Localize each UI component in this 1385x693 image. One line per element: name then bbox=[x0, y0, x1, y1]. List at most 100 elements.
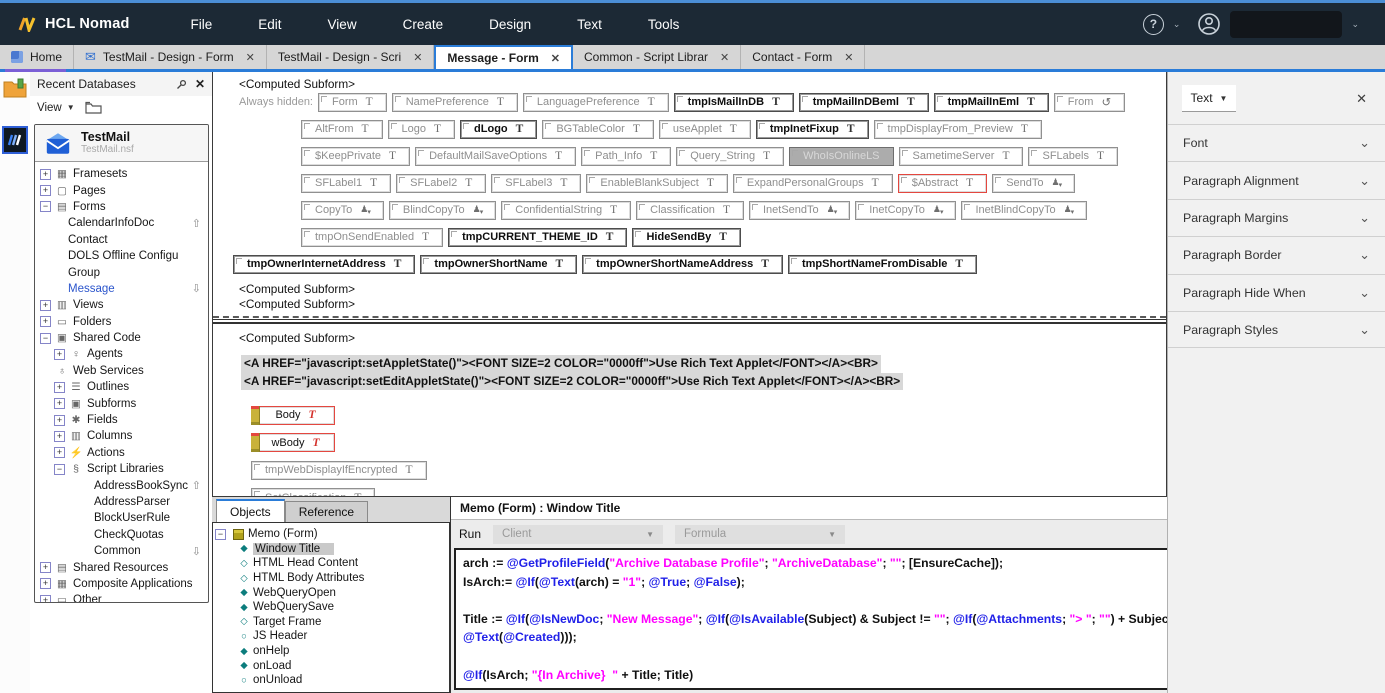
objects-item-window-title[interactable]: ◆Window Title bbox=[215, 542, 447, 557]
design-field-languagepreference[interactable]: LanguagePreferenceT bbox=[523, 93, 669, 112]
design-field-inetblindcopyto[interactable]: InetBlindCopyTo♟▾ bbox=[961, 201, 1087, 220]
scroll-down-icon[interactable]: ⇩ bbox=[192, 545, 201, 558]
tab-objects[interactable]: Objects bbox=[216, 499, 285, 522]
design-field-inetcopyto[interactable]: InetCopyTo♟▾ bbox=[855, 201, 956, 220]
tree-item-shared-code[interactable]: −▣Shared Code bbox=[38, 330, 206, 346]
design-field-tmpmailindbeml[interactable]: tmpMailInDBemlT bbox=[799, 93, 929, 112]
close-panel-icon[interactable]: ✕ bbox=[1356, 91, 1367, 107]
close-tab-icon[interactable]: ✕ bbox=[413, 51, 422, 64]
design-field-from[interactable]: From↺ bbox=[1054, 93, 1125, 112]
design-field-blindcopyto[interactable]: BlindCopyTo♟▾ bbox=[389, 201, 496, 220]
design-field-keepprivate[interactable]: $KeepPrivateT bbox=[301, 147, 410, 166]
expand-icon[interactable]: + bbox=[40, 316, 51, 327]
section-paragraph-alignment[interactable]: Paragraph Alignment⌄ bbox=[1168, 161, 1385, 198]
objects-item-onload[interactable]: ◆onLoad bbox=[215, 658, 447, 673]
design-field-sflabel3[interactable]: SFLabel3T bbox=[491, 174, 581, 193]
tree-item-folders[interactable]: +▭Folders bbox=[38, 314, 206, 330]
section-paragraph-margins[interactable]: Paragraph Margins⌄ bbox=[1168, 199, 1385, 236]
design-field-inetsendto[interactable]: InetSendTo♟▾ bbox=[749, 201, 850, 220]
nomad-app-tile-icon[interactable] bbox=[2, 126, 28, 154]
tree-item-fields[interactable]: +✱Fields bbox=[38, 412, 206, 428]
section-paragraph-border[interactable]: Paragraph Border⌄ bbox=[1168, 236, 1385, 273]
tab-testmail-design-form[interactable]: ✉TestMail - Design - Form✕ bbox=[74, 45, 267, 69]
close-tab-icon[interactable]: ✕ bbox=[720, 51, 729, 64]
tree-item-other[interactable]: +▭Other bbox=[38, 592, 206, 602]
tab-contact-form[interactable]: Contact - Form✕ bbox=[741, 45, 865, 69]
objects-item-onhelp[interactable]: ◆onHelp bbox=[215, 644, 447, 659]
design-field-wbody[interactable]: wBodyT bbox=[251, 433, 335, 452]
collapse-icon[interactable]: − bbox=[40, 201, 51, 212]
tree-item-columns[interactable]: +▥Columns bbox=[38, 428, 206, 444]
objects-item-html-body-attributes[interactable]: ◇HTML Body Attributes bbox=[215, 571, 447, 586]
formula-editor[interactable]: arch := @GetProfileField("Archive Databa… bbox=[454, 548, 1186, 690]
design-field-sametimeserver[interactable]: SametimeServerT bbox=[899, 147, 1024, 166]
close-tab-icon[interactable]: ✕ bbox=[844, 51, 853, 64]
run-target-select[interactable]: Client ▼ bbox=[493, 525, 663, 544]
tab-message-form[interactable]: Message - Form✕ bbox=[434, 45, 573, 69]
expand-icon[interactable]: + bbox=[40, 595, 51, 602]
design-field-form[interactable]: FormT bbox=[318, 93, 387, 112]
design-field-tmpdisplayfrom-preview[interactable]: tmpDisplayFrom_PreviewT bbox=[874, 120, 1042, 139]
tree-item-addressparser[interactable]: AddressParser bbox=[38, 494, 206, 510]
design-field-body[interactable]: BodyT bbox=[251, 406, 335, 425]
collapse-icon[interactable]: − bbox=[40, 333, 51, 344]
design-field-expandpersonalgroups[interactable]: ExpandPersonalGroupsT bbox=[733, 174, 893, 193]
help-chevron-icon[interactable]: ⌄ bbox=[1173, 19, 1181, 30]
objects-item-js-header[interactable]: ○JS Header bbox=[215, 629, 447, 644]
tab-testmail-design-scri[interactable]: TestMail - Design - Scri✕ bbox=[267, 45, 435, 69]
tree-item-message[interactable]: Message⇩ bbox=[38, 281, 206, 297]
account-icon[interactable] bbox=[1197, 12, 1221, 36]
objects-item-onunload[interactable]: ○onUnload bbox=[215, 673, 447, 688]
tree-item-group[interactable]: Group bbox=[38, 264, 206, 280]
expand-icon[interactable]: + bbox=[40, 185, 51, 196]
design-field-confidentialstring[interactable]: ConfidentialStringT bbox=[501, 201, 631, 220]
tree-item-shared-resources[interactable]: +▤Shared Resources bbox=[38, 559, 206, 575]
expand-icon[interactable]: + bbox=[40, 578, 51, 589]
design-field-tmpownershortnameaddress[interactable]: tmpOwnerShortNameAddressT bbox=[582, 255, 783, 274]
objects-item-webqueryopen[interactable]: ◆WebQueryOpen bbox=[215, 585, 447, 600]
tree-item-addressbooksync[interactable]: AddressBookSync⇧ bbox=[38, 477, 206, 493]
design-field-tmpwebdisplayifencrypted[interactable]: tmpWebDisplayIfEncryptedT bbox=[251, 461, 427, 480]
view-selector[interactable]: View ▼ bbox=[30, 96, 212, 119]
menu-item-design[interactable]: Design bbox=[466, 17, 554, 32]
design-field-enableblanksubject[interactable]: EnableBlankSubjectT bbox=[586, 174, 728, 193]
expand-icon[interactable]: + bbox=[54, 415, 65, 426]
database-card[interactable]: TestMail TestMail.nsf bbox=[35, 125, 208, 162]
account-chevron-icon[interactable]: ⌄ bbox=[1351, 19, 1359, 30]
expand-icon[interactable]: + bbox=[54, 447, 65, 458]
tree-item-framesets[interactable]: +▦Framesets bbox=[38, 166, 206, 182]
scroll-up-icon[interactable]: ⇧ bbox=[192, 217, 201, 230]
design-field-sflabel2[interactable]: SFLabel2T bbox=[396, 174, 486, 193]
language-select[interactable]: Formula ▼ bbox=[675, 525, 845, 544]
menu-item-edit[interactable]: Edit bbox=[235, 17, 304, 32]
new-folder-icon[interactable] bbox=[85, 101, 102, 114]
design-field-tmpinetfixup[interactable]: tmpInetFixupT bbox=[756, 120, 869, 139]
scroll-up-icon[interactable]: ⇧ bbox=[192, 479, 201, 492]
tree-item-common[interactable]: Common⇩ bbox=[38, 543, 206, 559]
section-paragraph-hide-when[interactable]: Paragraph Hide When⌄ bbox=[1168, 274, 1385, 311]
collapse-icon[interactable]: − bbox=[54, 464, 65, 475]
design-field-logo[interactable]: LogoT bbox=[388, 120, 456, 139]
menu-item-view[interactable]: View bbox=[305, 17, 380, 32]
tree-item-blockuserrule[interactable]: BlockUserRule bbox=[38, 510, 206, 526]
tab-common-script-librar[interactable]: Common - Script Librar✕ bbox=[573, 45, 741, 69]
design-field-tmpownershortname[interactable]: tmpOwnerShortNameT bbox=[420, 255, 577, 274]
close-sidebar-icon[interactable]: ✕ bbox=[195, 77, 205, 91]
tree-item-composite-applications[interactable]: +▦Composite Applications bbox=[38, 576, 206, 592]
tree-item-calendarinfodoc[interactable]: CalendarInfoDoc⇧ bbox=[38, 215, 206, 231]
properties-type-select[interactable]: Text ▼ bbox=[1182, 85, 1236, 112]
objects-item-html-head-content[interactable]: ◇HTML Head Content bbox=[215, 556, 447, 571]
design-field-defaultmailsaveoptions[interactable]: DefaultMailSaveOptionsT bbox=[415, 147, 576, 166]
help-icon[interactable]: ? bbox=[1143, 14, 1164, 35]
section-paragraph-styles[interactable]: Paragraph Styles⌄ bbox=[1168, 311, 1385, 348]
tree-item-web-services[interactable]: ♁Web Services bbox=[38, 363, 206, 379]
objects-item-webquerysave[interactable]: ◆WebQuerySave bbox=[215, 600, 447, 615]
expand-icon[interactable]: + bbox=[54, 431, 65, 442]
design-field-bgtablecolor[interactable]: BGTableColorT bbox=[542, 120, 654, 139]
tree-item-agents[interactable]: +♀Agents bbox=[38, 346, 206, 362]
menu-item-create[interactable]: Create bbox=[380, 17, 467, 32]
section-font[interactable]: Font⌄ bbox=[1168, 124, 1385, 161]
design-field-tmpcurrent-theme-id[interactable]: tmpCURRENT_THEME_IDT bbox=[448, 228, 627, 247]
tree-item-views[interactable]: +▥Views bbox=[38, 297, 206, 313]
bookmark-folder-icon[interactable] bbox=[3, 78, 27, 103]
